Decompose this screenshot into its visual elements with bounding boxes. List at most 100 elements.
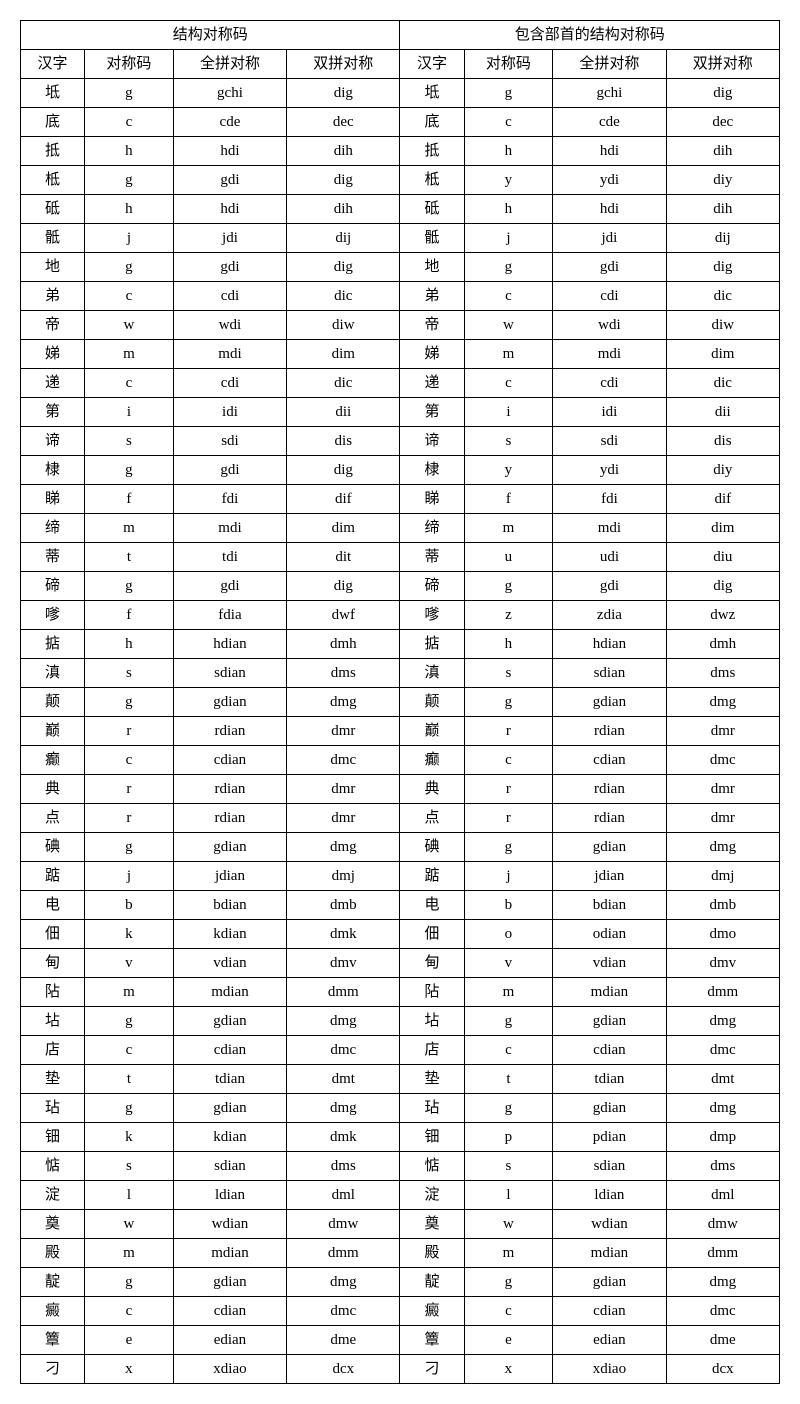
- cell-l-hz: 靛: [21, 1268, 85, 1297]
- cell-l-dc: r: [85, 804, 174, 833]
- cell-r-qp: cdian: [553, 1036, 666, 1065]
- cell-l-sp: dwf: [287, 601, 400, 630]
- cell-r-sp: dmm: [666, 1239, 779, 1268]
- table-row: 奠wwdiandmw奠wwdiandmw: [21, 1210, 780, 1239]
- cell-l-dc: g: [85, 1007, 174, 1036]
- cell-r-sp: dmv: [666, 949, 779, 978]
- cell-l-hz: 弟: [21, 282, 85, 311]
- cell-l-dc: f: [85, 485, 174, 514]
- cell-r-qp: ydi: [553, 166, 666, 195]
- cell-r-qp: gdian: [553, 1094, 666, 1123]
- table-row: 钿kkdiandmk钿ppdiandmp: [21, 1123, 780, 1152]
- cell-r-qp: rdian: [553, 717, 666, 746]
- cell-l-sp: dmk: [287, 920, 400, 949]
- cell-r-qp: jdi: [553, 224, 666, 253]
- table-row: 骶jjdidij骶jjdidij: [21, 224, 780, 253]
- cell-r-dc: j: [464, 862, 553, 891]
- cell-l-qp: rdian: [173, 804, 286, 833]
- cell-l-sp: dme: [287, 1326, 400, 1355]
- cell-r-sp: dih: [666, 195, 779, 224]
- cell-l-dc: x: [85, 1355, 174, 1384]
- table-row: 点rrdiandmr点rrdiandmr: [21, 804, 780, 833]
- cell-r-dc: y: [464, 166, 553, 195]
- cell-l-hz: 踮: [21, 862, 85, 891]
- cell-r-hz: 踮: [400, 862, 464, 891]
- table-row: 地ggdidig地ggdidig: [21, 253, 780, 282]
- cell-r-dc: h: [464, 630, 553, 659]
- cell-l-qp: gdian: [173, 1094, 286, 1123]
- cell-l-qp: gdi: [173, 166, 286, 195]
- cell-r-qp: hdi: [553, 195, 666, 224]
- cell-r-dc: g: [464, 1094, 553, 1123]
- cell-r-hz: 柢: [400, 166, 464, 195]
- cell-l-sp: dih: [287, 195, 400, 224]
- cell-l-qp: gdian: [173, 688, 286, 717]
- col-hanzi-r: 汉字: [400, 50, 464, 79]
- cell-l-qp: cdian: [173, 1036, 286, 1065]
- cell-r-dc: g: [464, 253, 553, 282]
- cell-r-hz: 钿: [400, 1123, 464, 1152]
- cell-l-hz: 垫: [21, 1065, 85, 1094]
- cell-r-sp: dic: [666, 282, 779, 311]
- table-row: 碲ggdidig碲ggdidig: [21, 572, 780, 601]
- cell-l-sp: dmr: [287, 804, 400, 833]
- cell-r-dc: p: [464, 1123, 553, 1152]
- cell-l-dc: t: [85, 543, 174, 572]
- cell-l-sp: dig: [287, 572, 400, 601]
- cell-r-hz: 地: [400, 253, 464, 282]
- cell-r-sp: diy: [666, 166, 779, 195]
- cell-r-qp: mdi: [553, 340, 666, 369]
- cell-r-qp: xdiao: [553, 1355, 666, 1384]
- cell-l-qp: cdi: [173, 282, 286, 311]
- cell-r-sp: dmr: [666, 717, 779, 746]
- cell-l-qp: idi: [173, 398, 286, 427]
- cell-r-qp: wdian: [553, 1210, 666, 1239]
- cell-l-sp: dmc: [287, 1036, 400, 1065]
- cell-r-qp: zdia: [553, 601, 666, 630]
- cell-l-qp: gdi: [173, 572, 286, 601]
- table-row: 佃kkdiandmk佃oodiandmo: [21, 920, 780, 949]
- cell-r-hz: 嗲: [400, 601, 464, 630]
- cell-l-dc: g: [85, 79, 174, 108]
- cell-l-dc: c: [85, 369, 174, 398]
- cell-r-qp: jdian: [553, 862, 666, 891]
- cell-l-sp: dmg: [287, 688, 400, 717]
- cell-l-dc: r: [85, 775, 174, 804]
- cell-r-qp: hdi: [553, 137, 666, 166]
- cell-r-qp: rdian: [553, 804, 666, 833]
- table-row: 砥hhdidih砥hhdidih: [21, 195, 780, 224]
- cell-r-qp: gdian: [553, 688, 666, 717]
- cell-l-qp: mdi: [173, 514, 286, 543]
- cell-l-dc: h: [85, 630, 174, 659]
- cell-r-qp: tdian: [553, 1065, 666, 1094]
- cell-r-dc: o: [464, 920, 553, 949]
- cell-l-hz: 滇: [21, 659, 85, 688]
- header-group-2: 包含部首的结构对称码: [400, 21, 780, 50]
- table-row: 坻ggchidig坻ggchidig: [21, 79, 780, 108]
- cell-r-qp: edian: [553, 1326, 666, 1355]
- cell-l-hz: 癫: [21, 746, 85, 775]
- cell-r-dc: z: [464, 601, 553, 630]
- cell-l-sp: dmg: [287, 1094, 400, 1123]
- cell-r-hz: 弟: [400, 282, 464, 311]
- cell-r-hz: 蒂: [400, 543, 464, 572]
- cell-r-sp: dig: [666, 79, 779, 108]
- cell-r-sp: dms: [666, 659, 779, 688]
- cell-r-hz: 玷: [400, 1094, 464, 1123]
- cell-l-qp: cde: [173, 108, 286, 137]
- table-row: 惦ssdiandms惦ssdiandms: [21, 1152, 780, 1181]
- cell-l-sp: dmw: [287, 1210, 400, 1239]
- col-hanzi-l: 汉字: [21, 50, 85, 79]
- cell-l-hz: 店: [21, 1036, 85, 1065]
- col-duichen-r: 对称码: [464, 50, 553, 79]
- cell-l-qp: gchi: [173, 79, 286, 108]
- cell-r-sp: dij: [666, 224, 779, 253]
- cell-r-hz: 坻: [400, 79, 464, 108]
- cell-l-qp: hdi: [173, 137, 286, 166]
- cell-l-dc: f: [85, 601, 174, 630]
- cell-r-sp: diw: [666, 311, 779, 340]
- cell-r-hz: 帝: [400, 311, 464, 340]
- cell-l-dc: b: [85, 891, 174, 920]
- cell-l-qp: fdia: [173, 601, 286, 630]
- cell-r-qp: cdian: [553, 746, 666, 775]
